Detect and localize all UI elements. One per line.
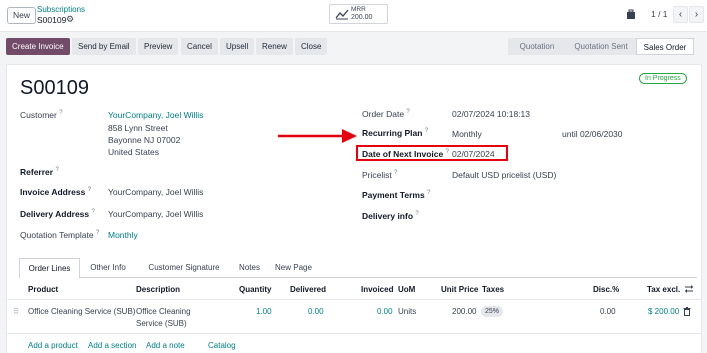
- referrer-label: Referrer ?: [20, 167, 59, 177]
- invoice-address-label: Invoice Address ?: [20, 187, 92, 197]
- tab-other-info[interactable]: Other Info: [80, 258, 136, 278]
- cancel-button[interactable]: Cancel: [181, 38, 218, 55]
- new-button[interactable]: New: [7, 7, 37, 24]
- order-date-label: Order Date ?: [362, 109, 410, 119]
- quotation-template-label: Quotation Template ?: [20, 230, 100, 240]
- customer-city: Bayonne NJ 07002: [108, 135, 181, 145]
- preview-button[interactable]: Preview: [138, 38, 179, 55]
- col-invoiced[interactable]: Invoiced: [361, 285, 393, 294]
- order-date-field[interactable]: 02/07/2024 10:18:13: [452, 109, 530, 119]
- delivery-info-label: Delivery info ?: [362, 211, 419, 221]
- delivery-address-label: Delivery Address ?: [20, 209, 95, 219]
- add-section-link[interactable]: Add a section: [88, 341, 136, 350]
- breadcrumb-subscriptions[interactable]: Subscriptions: [37, 5, 85, 14]
- status-badge: In Progress: [639, 73, 687, 84]
- col-delivered[interactable]: Delivered: [290, 285, 326, 294]
- row-description-line2[interactable]: Service (SUB): [136, 319, 187, 328]
- notebook-tabs: Order Lines Other Info Customer Signatur…: [19, 258, 697, 279]
- col-quantity[interactable]: Quantity: [239, 285, 271, 294]
- col-discount[interactable]: Disc.%: [593, 285, 619, 294]
- drag-handle-icon[interactable]: ⠿: [13, 307, 19, 316]
- row-subtotal: $ 200.00: [648, 307, 680, 316]
- tab-new-page[interactable]: New Page: [267, 258, 320, 278]
- customer-street: 858 Lynn Street: [108, 123, 168, 133]
- invoice-address-field[interactable]: YourCompany, Joel Willis: [108, 187, 203, 197]
- stage-quotation-sent[interactable]: Quotation Sent: [566, 38, 636, 55]
- row-uom[interactable]: Units: [398, 307, 416, 316]
- status-bar: Create Invoice Send by Email Preview Can…: [0, 32, 707, 60]
- gear-icon[interactable]: ⚙: [66, 14, 74, 25]
- recurring-plan-label: Recurring Plan ?: [362, 128, 429, 138]
- line-chart-icon: [335, 9, 349, 20]
- trash-icon[interactable]: [683, 307, 691, 316]
- highlight-box: [356, 145, 508, 161]
- stage-quotation[interactable]: Quotation: [508, 38, 566, 55]
- customer-label: Customer ?: [20, 110, 63, 120]
- annotation-arrow-icon: [278, 129, 357, 143]
- page-title: S00109: [20, 77, 89, 99]
- send-by-email-button[interactable]: Send by Email: [72, 38, 136, 55]
- col-description[interactable]: Description: [136, 285, 180, 294]
- pager-value: 1 / 1: [651, 9, 668, 19]
- add-product-link[interactable]: Add a product: [28, 341, 78, 350]
- breadcrumb-current: S00109: [37, 15, 67, 25]
- delivery-address-field[interactable]: YourCompany, Joel Willis: [108, 209, 203, 219]
- row-divider: [7, 333, 701, 334]
- close-button[interactable]: Close: [295, 38, 328, 55]
- pricelist-field[interactable]: Default USD pricelist (USD): [452, 170, 556, 180]
- renew-button[interactable]: Renew: [256, 38, 293, 55]
- row-delivered[interactable]: 0.00: [308, 307, 324, 316]
- customer-field[interactable]: YourCompany, Joel Willis: [108, 110, 203, 120]
- col-uom[interactable]: UoM: [398, 285, 415, 294]
- col-unit-price[interactable]: Unit Price: [441, 285, 478, 294]
- column-settings-icon[interactable]: [684, 284, 694, 294]
- col-tax-excl[interactable]: Tax excl.: [647, 285, 680, 294]
- mrr-smart-button[interactable]: MRR 200.00: [329, 4, 388, 24]
- row-quantity[interactable]: 1.00: [256, 307, 272, 316]
- row-tax-tag[interactable]: 25%: [481, 306, 504, 317]
- customer-country: United States: [108, 147, 160, 157]
- catalog-link[interactable]: Catalog: [208, 341, 236, 350]
- mrr-value: 200.00: [351, 14, 373, 21]
- form-sheet: S00109 In Progress Customer ? YourCompan…: [6, 64, 702, 353]
- col-product[interactable]: Product: [28, 285, 58, 294]
- quotation-template-field[interactable]: Monthly: [108, 230, 138, 240]
- row-description-line1[interactable]: Office Cleaning: [136, 307, 191, 316]
- row-discount[interactable]: 0.00: [600, 307, 616, 316]
- pager-previous-button[interactable]: ‹: [673, 6, 688, 23]
- add-note-link[interactable]: Add a note: [146, 341, 185, 350]
- upsell-button[interactable]: Upsell: [220, 38, 255, 55]
- pager-next-button[interactable]: ›: [689, 6, 704, 23]
- tab-order-lines[interactable]: Order Lines: [19, 258, 80, 279]
- row-unit-price[interactable]: 200.00: [452, 307, 476, 316]
- recurring-until: until 02/06/2030: [562, 129, 623, 139]
- recurring-plan-field[interactable]: Monthly: [452, 129, 482, 139]
- payment-terms-label: Payment Terms ?: [362, 190, 431, 200]
- pricelist-label: Pricelist ?: [362, 170, 398, 180]
- create-invoice-button[interactable]: Create Invoice: [6, 38, 70, 55]
- control-panel: New Subscriptions S00109 ⚙ MRR 200.00 1 …: [0, 0, 707, 32]
- header-divider: [7, 299, 701, 300]
- stage-sales-order[interactable]: Sales Order: [636, 38, 694, 55]
- col-taxes[interactable]: Taxes: [482, 285, 504, 294]
- tab-customer-signature[interactable]: Customer Signature: [136, 258, 232, 278]
- row-product[interactable]: Office Cleaning Service (SUB): [28, 307, 135, 316]
- tab-notes[interactable]: Notes: [232, 258, 267, 278]
- row-invoiced[interactable]: 0.00: [377, 307, 393, 316]
- toolbox-icon[interactable]: [626, 9, 636, 20]
- mrr-label: MRR: [351, 6, 366, 13]
